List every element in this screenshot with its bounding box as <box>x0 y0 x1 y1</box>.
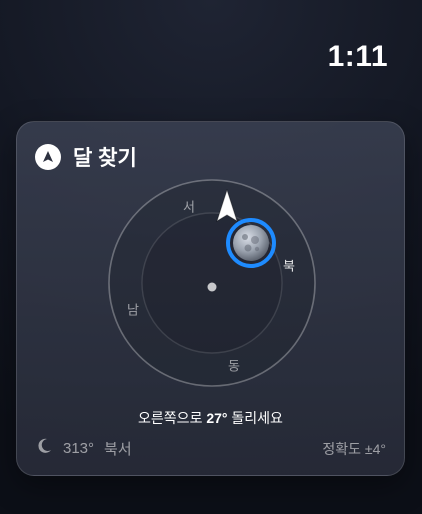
moon-icon[interactable] <box>226 218 276 273</box>
crescent-moon-icon <box>35 437 53 459</box>
azimuth-direction: 북서 <box>104 440 132 458</box>
compass: 서 북 남 동 <box>107 178 317 388</box>
card-title: 달 찾기 <box>73 147 137 170</box>
status-time: 1:11 <box>327 40 388 73</box>
instruction-suffix: 돌리세요 <box>227 410 283 426</box>
instruction-degrees: 27° <box>206 410 228 426</box>
find-moon-card: 달 찾기 서 북 남 동 오른쪽으로 27° 돌리세요 313° 북서 정확도 … <box>16 121 405 476</box>
turn-instruction: 오른쪽으로 27° 돌리세요 <box>17 408 404 428</box>
compass-label-west: 서 <box>183 199 195 215</box>
instruction-prefix: 오른쪽으로 <box>138 410 207 426</box>
azimuth-value: 313° <box>63 439 95 457</box>
compass-label-east: 동 <box>228 358 240 374</box>
card-header: 달 찾기 <box>35 142 137 172</box>
navigation-arrow-icon <box>35 144 61 170</box>
compass-label-south: 남 <box>127 302 139 318</box>
compass-label-north: 북 <box>283 258 295 274</box>
azimuth-readout: 313° 북서 <box>35 437 132 459</box>
center-dot <box>207 282 217 292</box>
accuracy-readout: 정확도 ±4° <box>322 441 386 457</box>
